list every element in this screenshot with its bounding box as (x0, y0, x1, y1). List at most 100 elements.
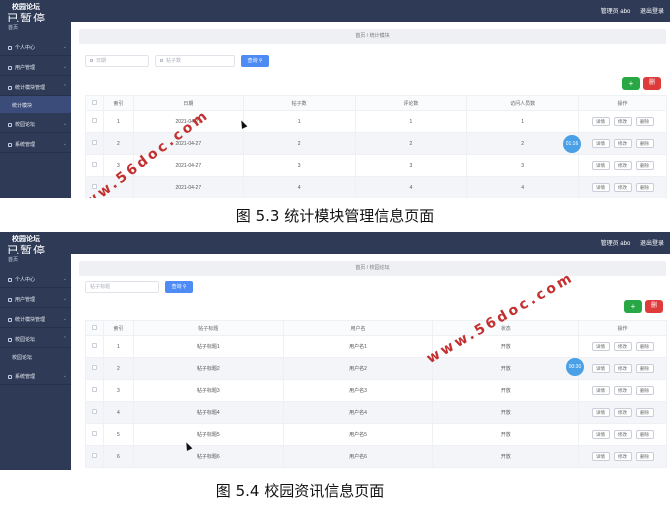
detail-button[interactable]: 详情 (591, 117, 610, 126)
search-button[interactable]: 查询 ⚲ (165, 281, 193, 293)
delete-button[interactable]: 删除 (635, 408, 654, 417)
detail-button[interactable]: 详情 (591, 183, 610, 192)
delete-button[interactable]: 删除 (635, 161, 654, 170)
sidebar-item-users[interactable]: 用户管理 ⌄ (0, 288, 71, 308)
sidebar-home[interactable]: 首页 (0, 254, 71, 268)
users-icon (8, 66, 12, 70)
detail-button[interactable]: 详情 (591, 139, 610, 148)
column-header: 评论数 (354, 95, 468, 111)
sidebar-item-system[interactable]: 系统管理 ⌄ (0, 365, 71, 385)
batch-delete-button[interactable]: 删 (645, 300, 663, 313)
table-cell: 帖子标题5 (132, 423, 284, 446)
delete-button[interactable]: 删除 (635, 364, 654, 373)
sidebar-item-stats[interactable]: 统计模块管理 ⌃ (0, 76, 71, 96)
delete-button[interactable]: 删除 (635, 139, 654, 148)
detail-button[interactable]: 详情 (591, 452, 610, 461)
row-checkbox-cell[interactable] (85, 445, 104, 468)
top-links: 管理员 abo 退出登录 (593, 238, 664, 247)
sidebar-subitem-active[interactable]: 校园论坛 (0, 348, 71, 365)
chevron-down-icon: ⌄ (62, 296, 67, 302)
checkbox[interactable] (91, 431, 97, 436)
table-cell: 2 (102, 357, 134, 380)
checkbox[interactable] (91, 324, 97, 330)
column-header: 操作 (578, 320, 667, 336)
sidebar-item-label: 校园论坛 (15, 337, 36, 343)
edit-button[interactable]: 修改 (613, 139, 632, 148)
checkbox[interactable] (91, 99, 97, 105)
checkbox[interactable] (91, 162, 97, 167)
sidebar-home[interactable]: 首页 (0, 22, 71, 36)
sidebar-item-label: 系统管理 (15, 142, 36, 148)
checkbox[interactable] (91, 387, 97, 392)
edit-button[interactable]: 修改 (613, 452, 632, 461)
post-title-filter-input[interactable]: 帖子标题 (85, 281, 159, 293)
delete-button[interactable]: 删除 (635, 183, 654, 192)
edit-button[interactable]: 修改 (613, 342, 632, 351)
delete-button[interactable]: 删除 (635, 452, 654, 461)
sidebar-item-forum[interactable]: 校园论坛 ⌄ (0, 113, 71, 133)
detail-button[interactable]: 详情 (591, 408, 610, 417)
row-checkbox-cell[interactable] (85, 335, 104, 358)
sidebar-item-label: 系统管理 (15, 374, 36, 380)
edit-button[interactable]: 修改 (613, 386, 632, 395)
delete-button[interactable]: 删除 (635, 386, 654, 395)
row-checkbox-cell[interactable] (85, 423, 104, 446)
row-checkbox-cell[interactable] (85, 379, 104, 402)
chevron-down-icon: ⌄ (62, 316, 67, 322)
detail-button[interactable]: 详情 (591, 430, 610, 439)
edit-button[interactable]: 修改 (613, 430, 632, 439)
add-button[interactable]: + (624, 300, 642, 313)
checkbox[interactable] (91, 140, 97, 145)
checkbox[interactable] (91, 453, 97, 458)
row-checkbox-cell[interactable] (85, 401, 104, 424)
edit-button[interactable]: 修改 (613, 364, 632, 373)
sidebar-item-system[interactable]: 系统管理 ⌄ (0, 133, 71, 153)
edit-button[interactable]: 修改 (613, 183, 632, 192)
row-checkbox-cell[interactable] (85, 357, 104, 380)
checkbox[interactable] (91, 118, 97, 123)
table-cell: 用户名3 (282, 379, 434, 402)
select-all-checkbox-cell[interactable] (85, 95, 104, 111)
table-cell: 开放 (432, 401, 580, 424)
sidebar-item-forum[interactable]: 校园论坛 ⌃ (0, 328, 71, 348)
detail-button[interactable]: 详情 (591, 386, 610, 395)
table-cell: 2 (466, 132, 580, 155)
sidebar-item-stats[interactable]: 统计模块管理 ⌄ (0, 308, 71, 328)
detail-button[interactable]: 详情 (591, 342, 610, 351)
table-row: 3 2021-04-27 3 3 3 详情 修改 删除 (85, 154, 667, 177)
edit-button[interactable]: 修改 (613, 408, 632, 417)
edit-button[interactable]: 修改 (613, 117, 632, 126)
batch-delete-button[interactable]: 删 (643, 77, 661, 90)
search-button-label: 查询 (247, 58, 258, 64)
sidebar-item-profile[interactable]: 个人中心 ⌄ (0, 268, 71, 288)
row-checkbox-cell[interactable] (85, 132, 104, 155)
delete-button[interactable]: 删除 (635, 117, 654, 126)
table-cell: 1 (466, 110, 580, 133)
delete-button[interactable]: 删除 (635, 342, 654, 351)
post-count-filter-input[interactable]: 帖子数 (155, 55, 235, 67)
search-button[interactable]: 查询 ⚲ (241, 55, 269, 67)
logout-link[interactable]: 退出登录 (640, 9, 664, 15)
screenshot-forum-info: 校园论坛 已暂停 管理员 abo 退出登录 首页 个人中心 ⌄ 用户管理 ⌄ 统计模… (0, 232, 670, 470)
row-actions: 详情 修改 删除 (578, 379, 667, 402)
select-all-checkbox-cell[interactable] (85, 320, 104, 336)
row-checkbox-cell[interactable] (85, 154, 104, 177)
sidebar-subitem-active[interactable]: 统计模块 (0, 96, 71, 113)
row-checkbox-cell[interactable] (85, 110, 104, 133)
checkbox[interactable] (91, 343, 97, 348)
table-cell: 开放 (432, 445, 580, 468)
row-actions: 详情 修改 删除 (578, 132, 667, 155)
date-filter-input[interactable]: 日期 (85, 55, 149, 67)
sidebar-item-profile[interactable]: 个人中心 ⌄ (0, 36, 71, 56)
delete-button[interactable]: 删除 (635, 430, 654, 439)
edit-button[interactable]: 修改 (613, 161, 632, 170)
detail-button[interactable]: 详情 (591, 364, 610, 373)
checkbox[interactable] (91, 365, 97, 370)
detail-button[interactable]: 详情 (591, 161, 610, 170)
logout-link[interactable]: 退出登录 (640, 241, 664, 247)
sidebar-item-users[interactable]: 用户管理 ⌄ (0, 56, 71, 76)
table-cell: 2 (102, 132, 134, 155)
forum-table: 索引 帖子标题 用户名 状态 操作 1 帖子标题1 用户名1 开放 详情 修改 删除… (85, 320, 667, 468)
checkbox[interactable] (91, 409, 97, 414)
add-button[interactable]: + (622, 77, 640, 90)
